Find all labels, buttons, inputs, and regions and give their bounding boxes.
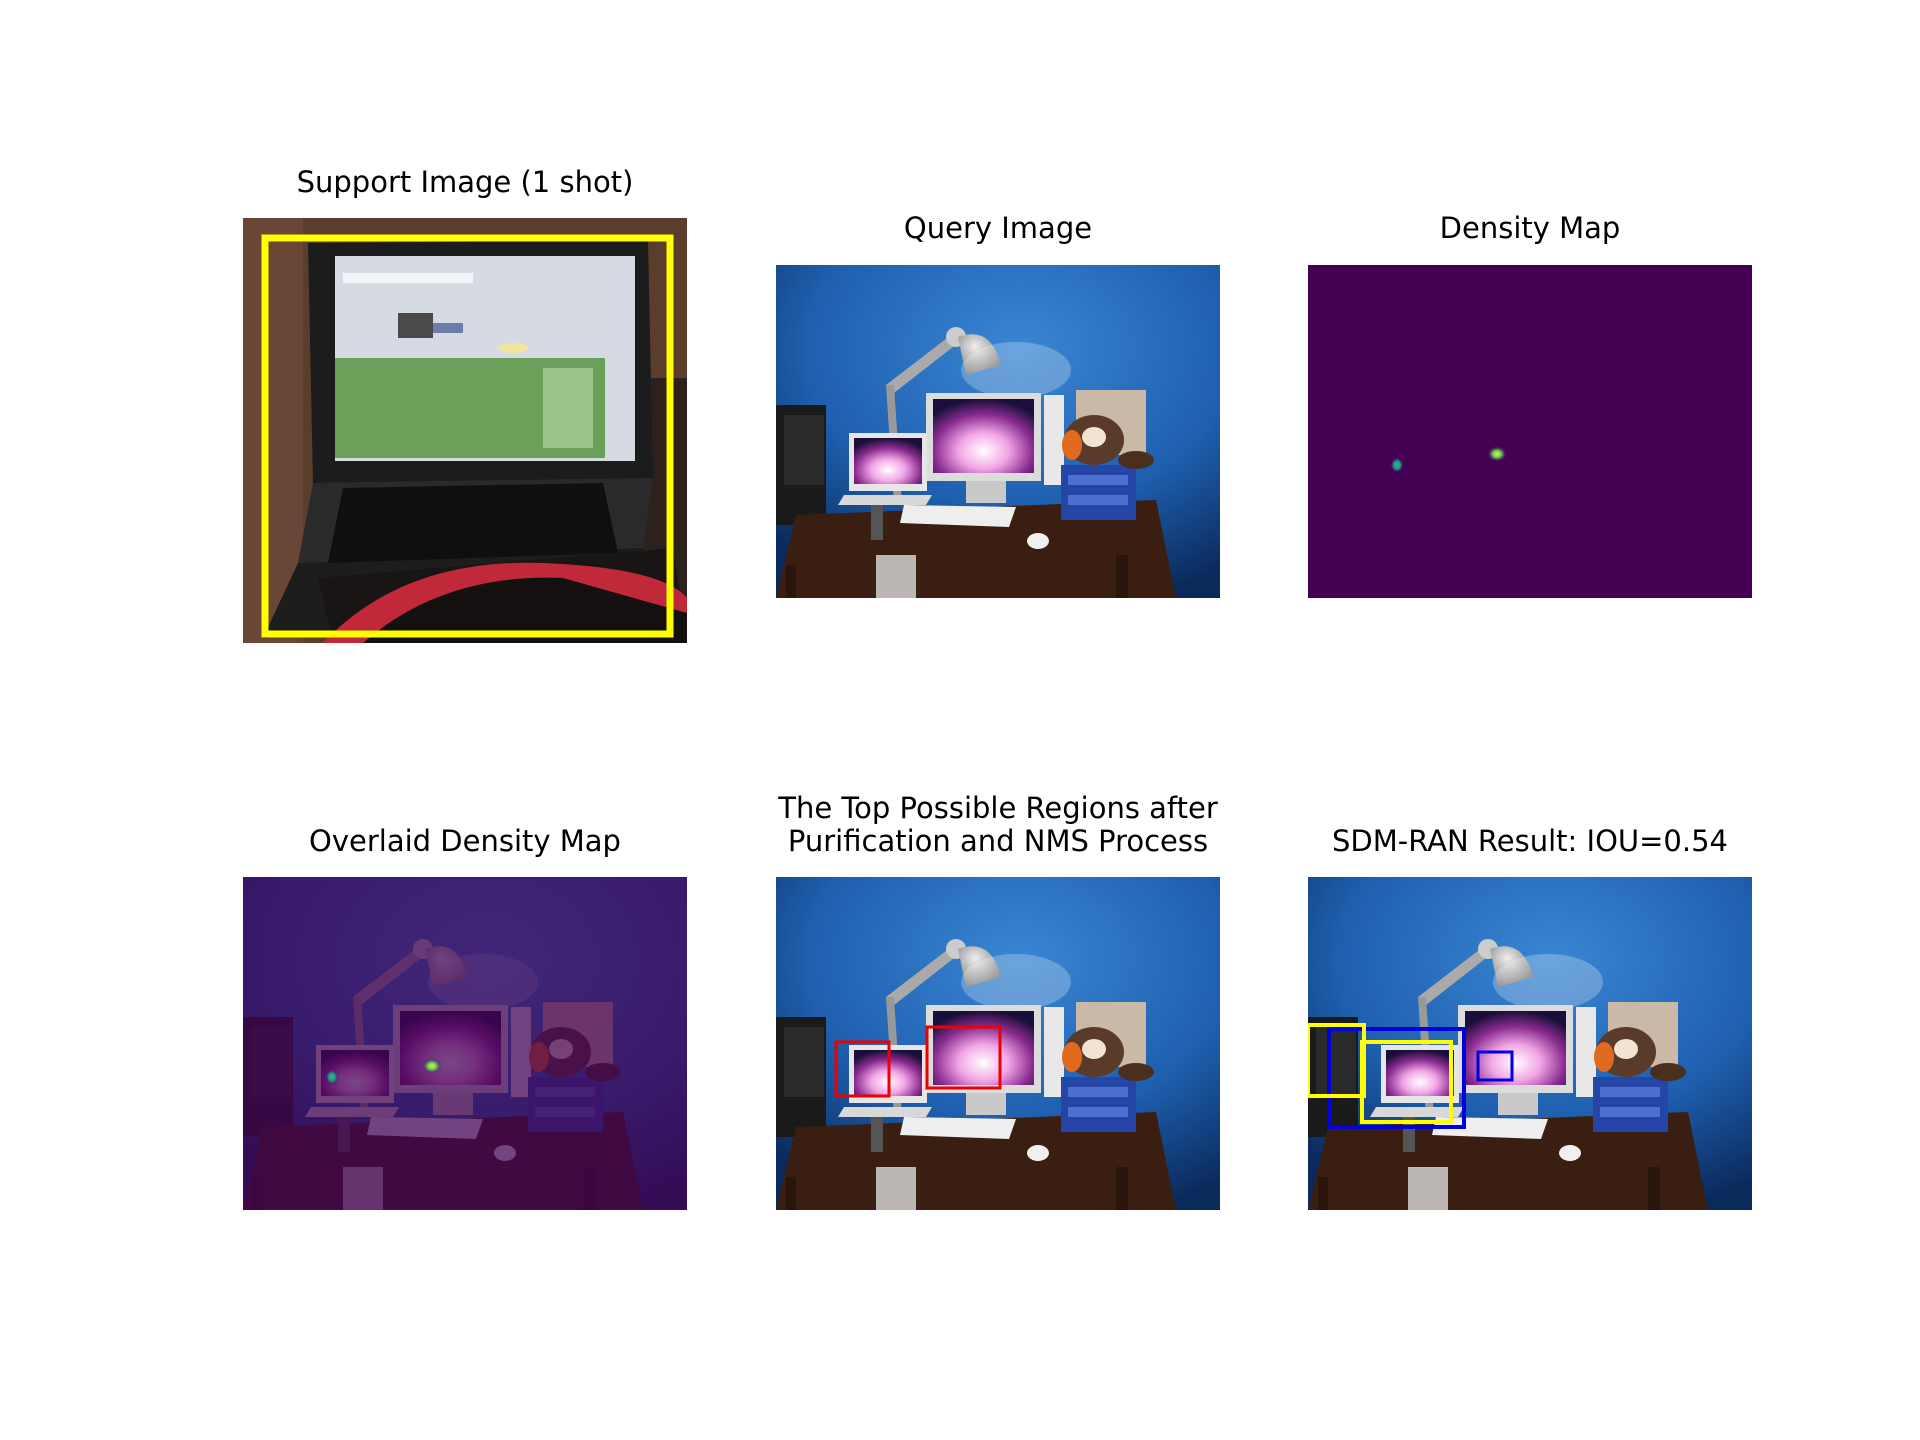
result-panel [1308, 877, 1752, 1210]
density-map-panel [1308, 265, 1752, 598]
overlay-peak-laptop [325, 1069, 339, 1085]
overlay-peak-monitor [422, 1058, 442, 1074]
support-image-title: Support Image (1 shot) [296, 165, 634, 199]
top-regions-title-line1: The Top Possible Regions after [778, 791, 1218, 825]
density-peak-monitor [1487, 446, 1507, 462]
overlaid-density-map-title: Overlaid Density Map [309, 824, 621, 858]
query-image-photo [776, 265, 1220, 598]
support-image-panel [243, 218, 687, 643]
density-peak-laptop [1390, 457, 1404, 473]
query-image-title: Query Image [903, 211, 1093, 245]
support-image-photo [243, 218, 687, 643]
top-regions-title: The Top Possible Regions after Purificat… [756, 792, 1240, 858]
density-overlay-tint [243, 877, 687, 1210]
top-regions-title-line2: Purification and NMS Process [787, 824, 1209, 858]
result-title: SDM-RAN Result: IOU=0.54 [1331, 824, 1729, 858]
density-map-background [1308, 265, 1752, 598]
top-regions-panel [776, 877, 1220, 1210]
overlaid-density-map-panel [243, 877, 687, 1210]
query-image-panel [776, 265, 1220, 598]
density-map-title: Density Map [1439, 211, 1621, 245]
